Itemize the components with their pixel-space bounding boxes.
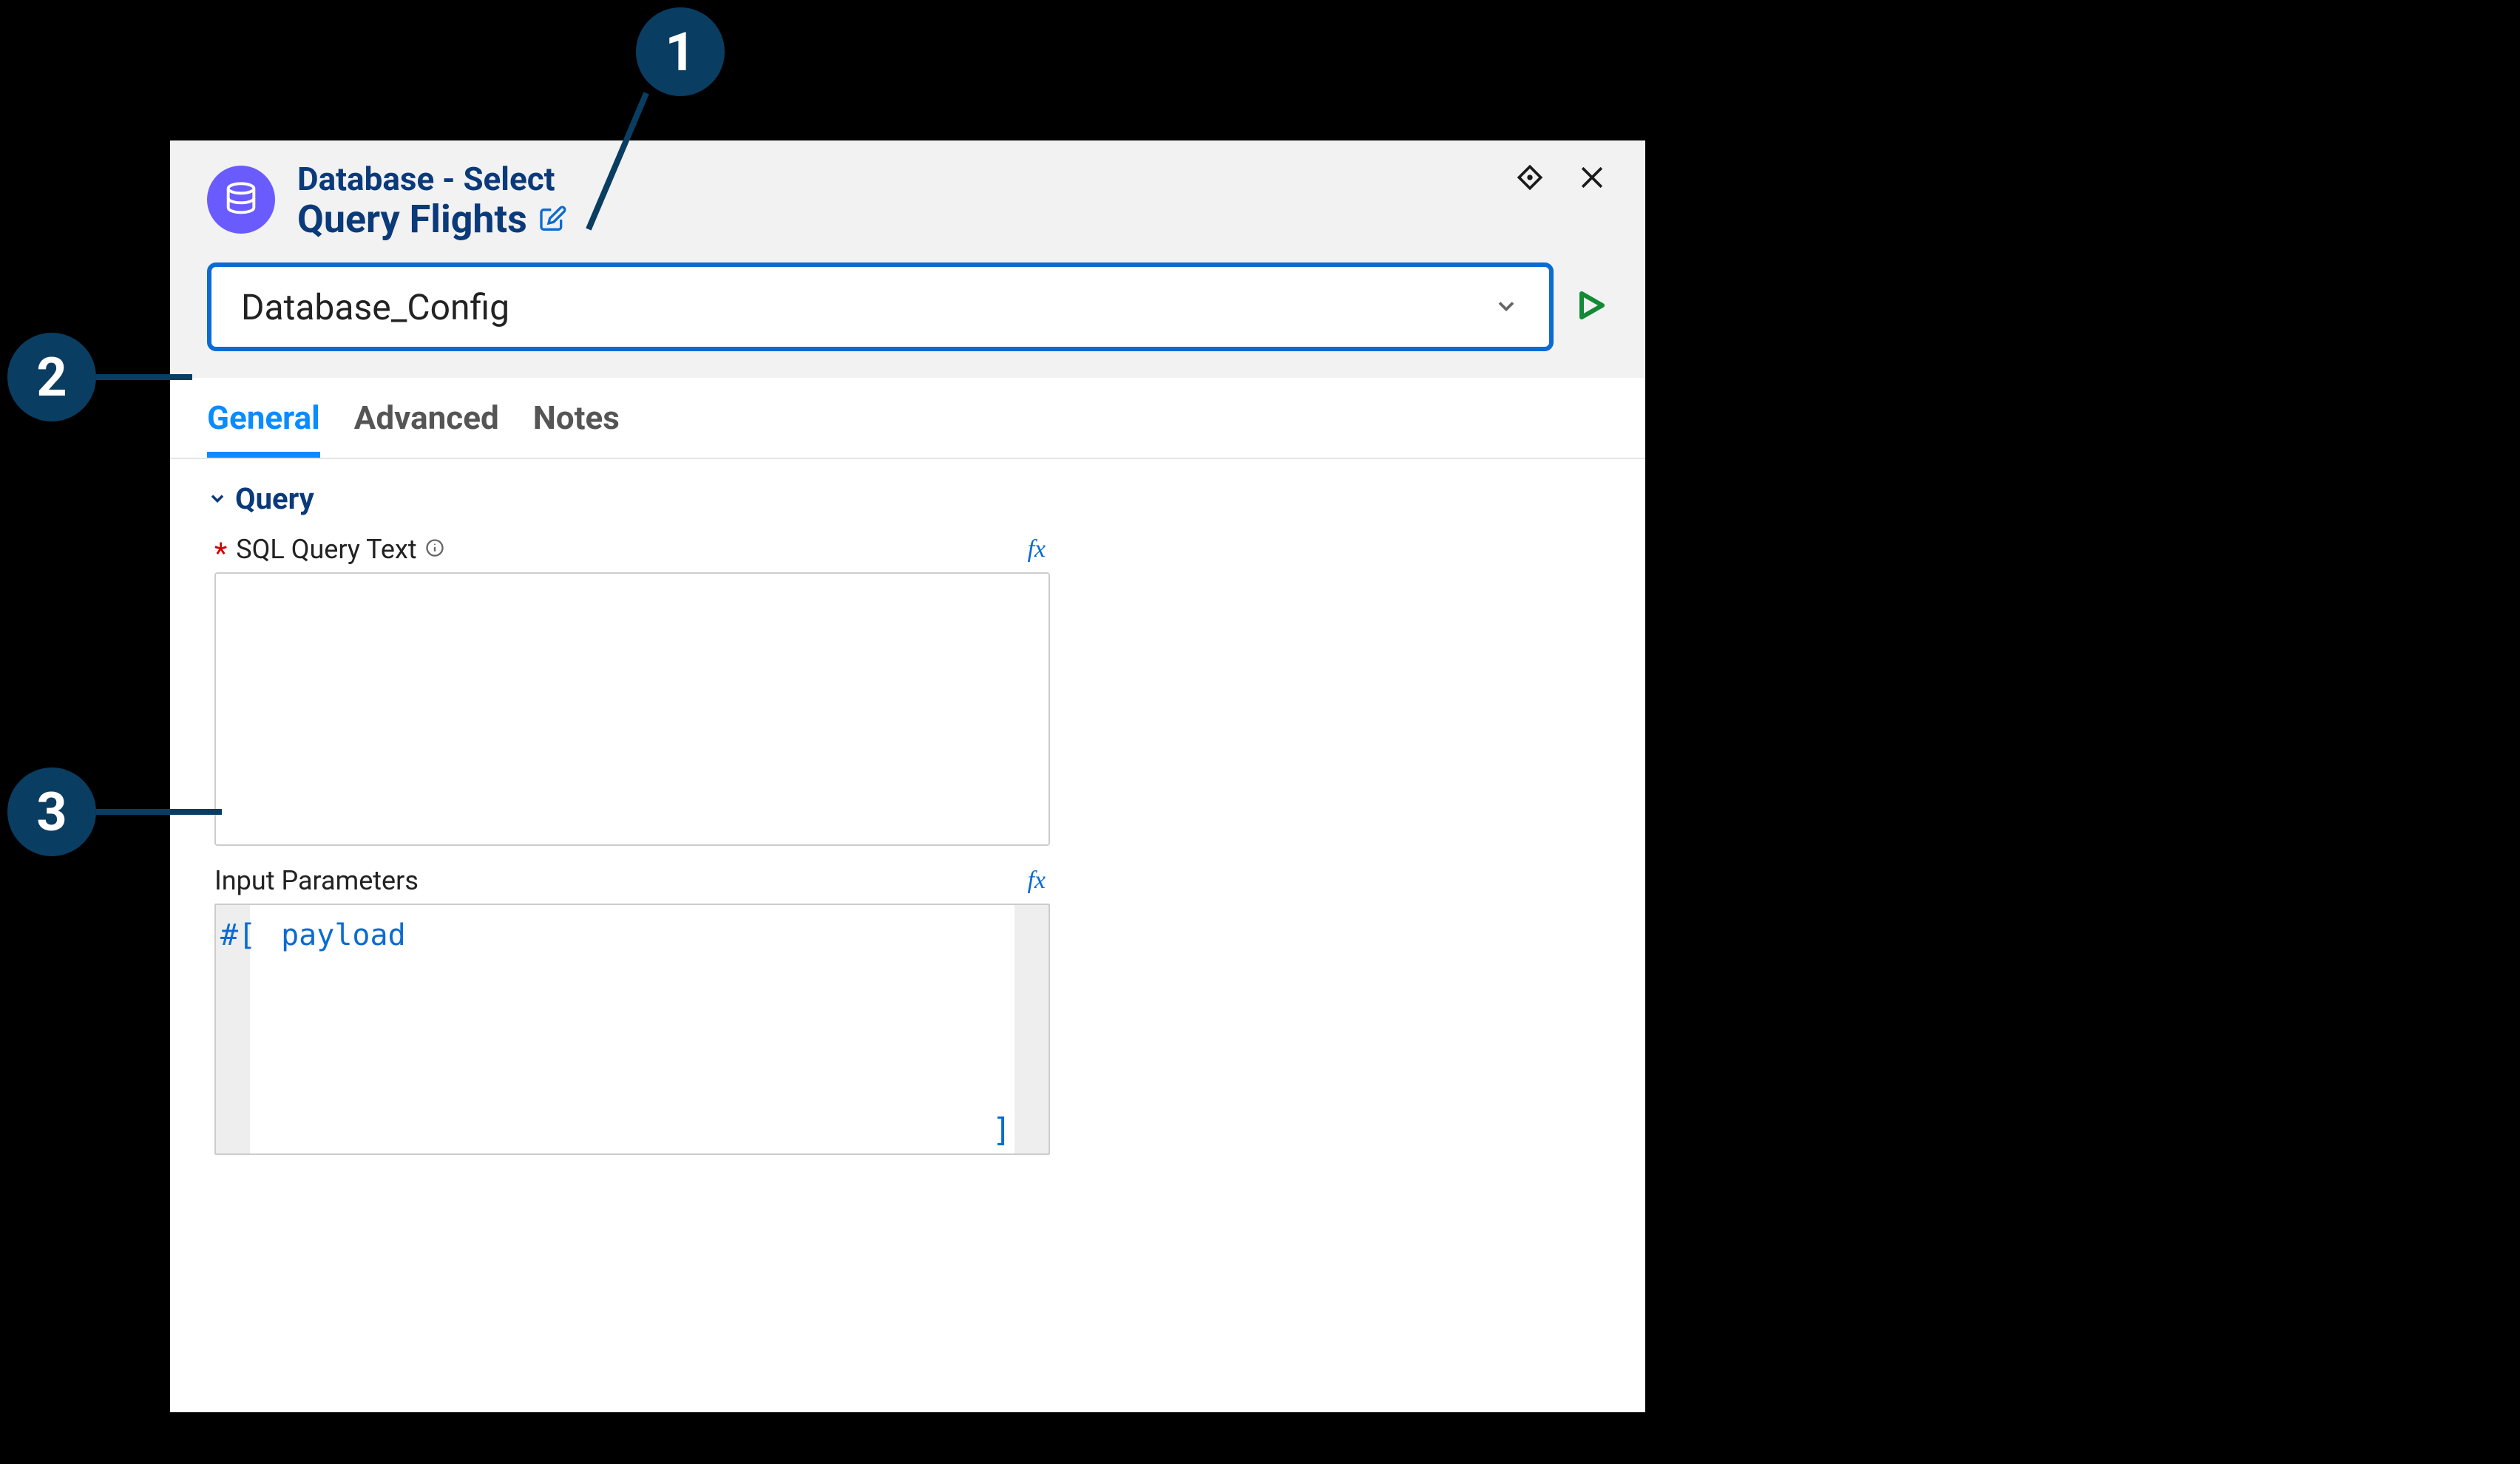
callout-2-connector xyxy=(96,374,192,380)
tab-general[interactable]: General xyxy=(207,399,320,458)
input-params-label-text: Input Parameters xyxy=(214,865,419,896)
tab-advanced[interactable]: Advanced xyxy=(354,399,499,458)
config-row: Database_Config xyxy=(207,262,1608,351)
config-select-value: Database_Config xyxy=(241,286,509,328)
title-block: Database - Select Query Flights xyxy=(297,161,1491,242)
code-scroll-gutter xyxy=(1015,905,1049,1153)
input-params-editor[interactable]: #[ payload ] xyxy=(214,904,1050,1155)
edit-title-icon[interactable] xyxy=(538,205,567,234)
component-title-row: Query Flights xyxy=(297,197,1491,242)
section-query-label: Query xyxy=(235,481,314,516)
chevron-down-icon xyxy=(207,481,228,516)
header-actions xyxy=(1514,161,1608,194)
locate-icon[interactable] xyxy=(1514,161,1546,194)
callout-3: 3 xyxy=(7,767,96,856)
sql-label-text: SQL Query Text xyxy=(236,534,416,565)
code-content: payload xyxy=(250,905,1015,1153)
component-title: Query Flights xyxy=(297,197,527,242)
callout-1: 1 xyxy=(636,7,725,96)
callout-2: 2 xyxy=(7,333,96,421)
info-icon[interactable] xyxy=(424,534,445,565)
sql-label: * SQL Query Text xyxy=(214,534,445,565)
tab-notes[interactable]: Notes xyxy=(533,399,620,458)
input-params-label: Input Parameters xyxy=(214,865,419,896)
component-type-label: Database - Select xyxy=(297,161,1491,197)
fx-button-sql[interactable]: fx xyxy=(1023,535,1050,563)
callout-1-label: 1 xyxy=(665,21,695,84)
config-panel: Database - Select Query Flights xyxy=(170,140,1645,1412)
panel-body: Query * SQL Query Text fx Input Paramete… xyxy=(170,459,1645,1412)
fx-button-params[interactable]: fx xyxy=(1023,867,1050,895)
section-query-header[interactable]: Query xyxy=(207,481,1608,516)
sql-query-textarea[interactable] xyxy=(214,572,1050,846)
tabs: General Advanced Notes xyxy=(170,378,1645,459)
close-icon[interactable] xyxy=(1576,161,1608,194)
callout-3-label: 3 xyxy=(36,781,67,844)
header-top-row: Database - Select Query Flights xyxy=(207,161,1608,242)
input-params-label-row: Input Parameters fx xyxy=(214,865,1050,896)
callout-2-label: 2 xyxy=(36,346,67,409)
field-sql-query: * SQL Query Text fx xyxy=(214,534,1050,849)
database-icon xyxy=(207,166,275,234)
sql-label-row: * SQL Query Text fx xyxy=(214,534,1050,565)
panel-header: Database - Select Query Flights xyxy=(170,140,1645,378)
run-icon[interactable] xyxy=(1573,288,1608,326)
field-input-parameters: Input Parameters fx #[ payload ] xyxy=(214,865,1050,1155)
code-close-bracket: ] xyxy=(992,1111,1012,1149)
chevron-down-icon xyxy=(1493,286,1520,328)
config-select[interactable]: Database_Config xyxy=(207,262,1554,351)
callout-3-connector xyxy=(96,809,222,815)
